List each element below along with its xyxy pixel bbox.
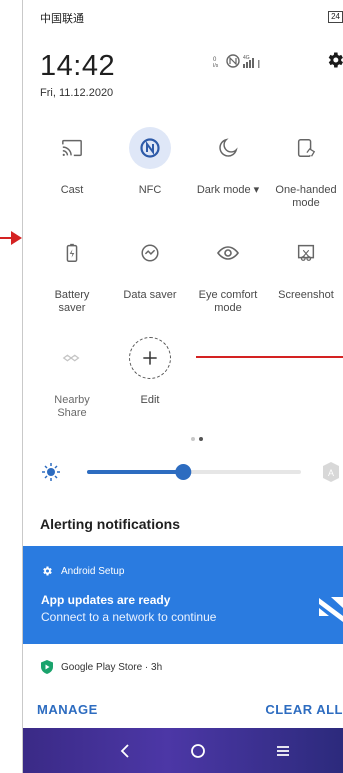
tile-screenshot[interactable]: Screenshot xyxy=(267,232,343,302)
brightness-fill xyxy=(87,470,184,474)
tile-label: Battery saver xyxy=(54,289,90,314)
page-indicator xyxy=(191,437,203,441)
notification-actions: MANAGE CLEAR ALL xyxy=(23,702,343,720)
tile-label: Dark mode ▾ xyxy=(196,184,260,196)
notification-title: App updates are ready xyxy=(41,593,171,607)
recents-button[interactable] xyxy=(253,728,313,773)
status-bar: 中国联通 24 xyxy=(40,10,343,26)
tile-nearby-share[interactable]: Nearby Share xyxy=(33,337,111,420)
eye-icon xyxy=(207,232,249,274)
auto-brightness-icon: A xyxy=(323,462,339,482)
brightness-knob xyxy=(175,464,192,480)
quick-settings-screen: 中国联通 24 14:42 Fri, 11.12.2020 0 B/s 4G xyxy=(23,0,343,773)
notification-text: Connect to a network to continue xyxy=(41,610,217,624)
one-handed-icon xyxy=(285,127,327,169)
tile-label: Eye comfort mode xyxy=(198,289,258,314)
nearby-share-icon xyxy=(51,337,93,379)
menu-icon xyxy=(277,745,289,756)
annotation-line xyxy=(196,356,343,358)
notification-app-name: Android Setup xyxy=(61,565,125,577)
clock: 14:42 xyxy=(40,50,116,82)
svg-text:4G: 4G xyxy=(243,55,250,61)
carrier-label: 中国联通 xyxy=(40,13,84,25)
sun-icon xyxy=(42,463,60,481)
page-dot xyxy=(191,437,195,441)
settings-gear-icon[interactable] xyxy=(325,50,343,70)
data-saver-icon xyxy=(129,232,171,274)
plus-icon xyxy=(129,337,171,379)
gear-icon xyxy=(43,566,52,576)
page-dot-active xyxy=(199,437,203,441)
tile-label: Nearby Share xyxy=(54,394,90,419)
shield-play-icon xyxy=(41,660,53,674)
notifications-section-title: Alerting notifications xyxy=(40,516,180,532)
notification-card-android-setup[interactable]: Android Setup App updates are ready Conn… xyxy=(23,546,343,644)
navigation-bar xyxy=(23,728,343,773)
moon-icon xyxy=(207,127,249,169)
manage-button[interactable]: MANAGE xyxy=(37,702,98,717)
tile-cast[interactable]: Cast xyxy=(33,127,111,197)
no-wifi-icon xyxy=(319,597,343,622)
notification-google-play[interactable]: Google Play Store · 3h xyxy=(41,660,162,674)
status-indicators: 0 B/s 4G xyxy=(213,54,260,69)
cast-icon xyxy=(51,127,93,169)
tile-one-handed[interactable]: One-handed mode xyxy=(267,127,343,210)
back-icon xyxy=(120,743,129,758)
clear-all-button[interactable]: CLEAR ALL xyxy=(265,702,343,717)
tile-edit[interactable]: Edit xyxy=(111,337,189,407)
brightness-slider[interactable]: A xyxy=(35,458,343,486)
tile-label: One-handed mode xyxy=(275,184,337,209)
annotation-arrow-icon xyxy=(0,231,22,245)
home-button[interactable] xyxy=(168,728,228,773)
nfc-icon xyxy=(129,127,171,169)
back-button[interactable] xyxy=(95,728,155,773)
tile-battery-saver[interactable]: Battery saver xyxy=(33,232,111,315)
battery-saver-icon xyxy=(51,232,93,274)
notification-app-name: Google Play Store · 3h xyxy=(61,661,163,673)
tile-label: Cast xyxy=(60,184,84,196)
tile-label: Edit xyxy=(140,394,160,406)
svg-text:B/s: B/s xyxy=(213,63,219,69)
tile-dark-mode[interactable]: Dark mode ▾ xyxy=(189,127,267,197)
battery-indicator: 24 xyxy=(328,11,343,23)
tile-eye-comfort[interactable]: Eye comfort mode xyxy=(189,232,267,315)
screenshot-icon xyxy=(285,232,327,274)
home-icon xyxy=(191,743,205,758)
tile-label: Data saver xyxy=(123,289,177,301)
tile-data-saver[interactable]: Data saver xyxy=(111,232,189,302)
date: Fri, 11.12.2020 xyxy=(40,87,114,99)
tile-label: Screenshot xyxy=(278,289,334,301)
nfc-status-icon xyxy=(226,54,240,68)
svg-text:A: A xyxy=(328,468,334,478)
tile-nfc[interactable]: NFC xyxy=(111,127,189,197)
tile-label: NFC xyxy=(138,184,162,196)
